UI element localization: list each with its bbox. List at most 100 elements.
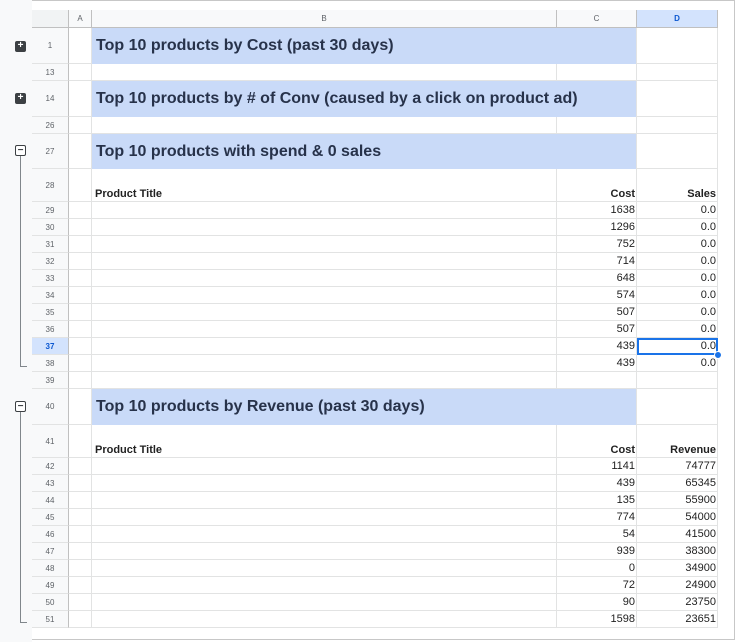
cost-cell[interactable]: 774 — [557, 511, 635, 523]
cell[interactable] — [69, 338, 92, 355]
cell[interactable] — [557, 117, 637, 134]
row-header-49[interactable]: 49 — [32, 577, 69, 594]
row-header-38[interactable]: 38 — [32, 355, 69, 372]
cell[interactable] — [92, 287, 557, 304]
cell[interactable] — [92, 304, 557, 321]
cell[interactable] — [69, 560, 92, 577]
row-header-34[interactable]: 34 — [32, 287, 69, 304]
row-header-14[interactable]: 14 — [32, 81, 69, 117]
cell[interactable] — [92, 458, 557, 475]
cell[interactable] — [637, 28, 718, 64]
row-header-1[interactable]: 1 — [32, 28, 69, 64]
row-header-33[interactable]: 33 — [32, 270, 69, 287]
row-header-41[interactable]: 41 — [32, 425, 69, 458]
cell[interactable] — [637, 389, 718, 425]
header-product-title[interactable]: Product Title — [95, 444, 162, 456]
row-header-27[interactable]: 27 — [32, 134, 69, 169]
cost-cell[interactable]: 72 — [557, 579, 635, 591]
cell[interactable] — [92, 64, 557, 81]
cell[interactable] — [69, 372, 92, 389]
revenue-cell[interactable]: 23651 — [637, 613, 716, 625]
cell[interactable] — [557, 372, 637, 389]
revenue-cell[interactable]: 41500 — [637, 528, 716, 540]
cell[interactable] — [92, 526, 557, 543]
revenue-cell[interactable]: 55900 — [637, 494, 716, 506]
active-cell-selection[interactable] — [637, 338, 718, 355]
cost-cell[interactable]: 1141 — [557, 460, 635, 472]
sales-cell[interactable]: 0.0 — [637, 323, 716, 335]
row-header-37[interactable]: 37 — [32, 338, 69, 355]
sales-cell[interactable]: 0.0 — [637, 306, 716, 318]
cost-cell[interactable]: 752 — [557, 238, 635, 250]
row-header-46[interactable]: 46 — [32, 526, 69, 543]
cell[interactable] — [69, 287, 92, 304]
cell[interactable] — [92, 355, 557, 372]
section-title-cost[interactable]: Top 10 products by Cost (past 30 days) — [92, 28, 637, 64]
row-header-51[interactable]: 51 — [32, 611, 69, 628]
cell[interactable] — [69, 304, 92, 321]
cell[interactable] — [92, 560, 557, 577]
cell[interactable] — [69, 611, 92, 628]
collapse-group-icon[interactable]: − — [15, 145, 26, 156]
cost-cell[interactable]: 939 — [557, 545, 635, 557]
revenue-cell[interactable]: 34900 — [637, 562, 716, 574]
cell[interactable] — [637, 81, 718, 117]
cell[interactable] — [69, 202, 92, 219]
cost-cell[interactable]: 0 — [557, 562, 635, 574]
cell[interactable] — [69, 64, 92, 81]
row-header-45[interactable]: 45 — [32, 509, 69, 526]
revenue-cell[interactable]: 74777 — [637, 460, 716, 472]
revenue-cell[interactable]: 23750 — [637, 596, 716, 608]
cell[interactable] — [92, 577, 557, 594]
sales-cell[interactable]: 0.0 — [637, 272, 716, 284]
section-title-revenue[interactable]: Top 10 products by Revenue (past 30 days… — [92, 389, 637, 425]
cost-cell[interactable]: 507 — [557, 306, 635, 318]
cost-cell[interactable]: 439 — [557, 357, 635, 369]
row-header-48[interactable]: 48 — [32, 560, 69, 577]
collapse-group-icon[interactable]: − — [15, 401, 26, 412]
cell[interactable] — [69, 117, 92, 134]
row-header-50[interactable]: 50 — [32, 594, 69, 611]
section-title-conv[interactable]: Top 10 products by # of Conv (caused by … — [92, 81, 637, 117]
column-header-a[interactable]: A — [69, 10, 92, 28]
cost-cell[interactable]: 1296 — [557, 221, 635, 233]
cell[interactable] — [92, 270, 557, 287]
sales-cell[interactable]: 0.0 — [637, 357, 716, 369]
cell[interactable] — [637, 64, 718, 81]
sales-cell[interactable]: 0.0 — [637, 289, 716, 301]
column-header-b[interactable]: B — [92, 10, 557, 28]
revenue-cell[interactable]: 54000 — [637, 511, 716, 523]
cell[interactable] — [69, 236, 92, 253]
cell[interactable] — [69, 270, 92, 287]
row-header-40[interactable]: 40 — [32, 389, 69, 425]
cell[interactable] — [69, 253, 92, 270]
header-cost[interactable]: Cost — [557, 444, 635, 456]
cell[interactable] — [69, 425, 92, 458]
row-header-28[interactable]: 28 — [32, 169, 69, 202]
cell[interactable] — [92, 611, 557, 628]
cell[interactable] — [69, 355, 92, 372]
cost-cell[interactable]: 439 — [557, 477, 635, 489]
cell[interactable] — [69, 594, 92, 611]
cost-cell[interactable]: 90 — [557, 596, 635, 608]
row-header-43[interactable]: 43 — [32, 475, 69, 492]
cell[interactable] — [92, 475, 557, 492]
cell[interactable] — [69, 134, 92, 169]
cell[interactable] — [69, 577, 92, 594]
cell[interactable] — [92, 543, 557, 560]
cell[interactable] — [69, 509, 92, 526]
cell[interactable] — [92, 321, 557, 338]
cell[interactable] — [637, 372, 718, 389]
cell[interactable] — [92, 202, 557, 219]
cell[interactable] — [69, 458, 92, 475]
cost-cell[interactable]: 135 — [557, 494, 635, 506]
cell[interactable] — [92, 492, 557, 509]
cost-cell[interactable]: 648 — [557, 272, 635, 284]
row-header-32[interactable]: 32 — [32, 253, 69, 270]
cell[interactable] — [92, 509, 557, 526]
cell[interactable] — [557, 64, 637, 81]
row-header-29[interactable]: 29 — [32, 202, 69, 219]
cost-cell[interactable]: 1598 — [557, 613, 635, 625]
cell[interactable] — [92, 236, 557, 253]
expand-group-icon[interactable]: + — [15, 93, 26, 104]
